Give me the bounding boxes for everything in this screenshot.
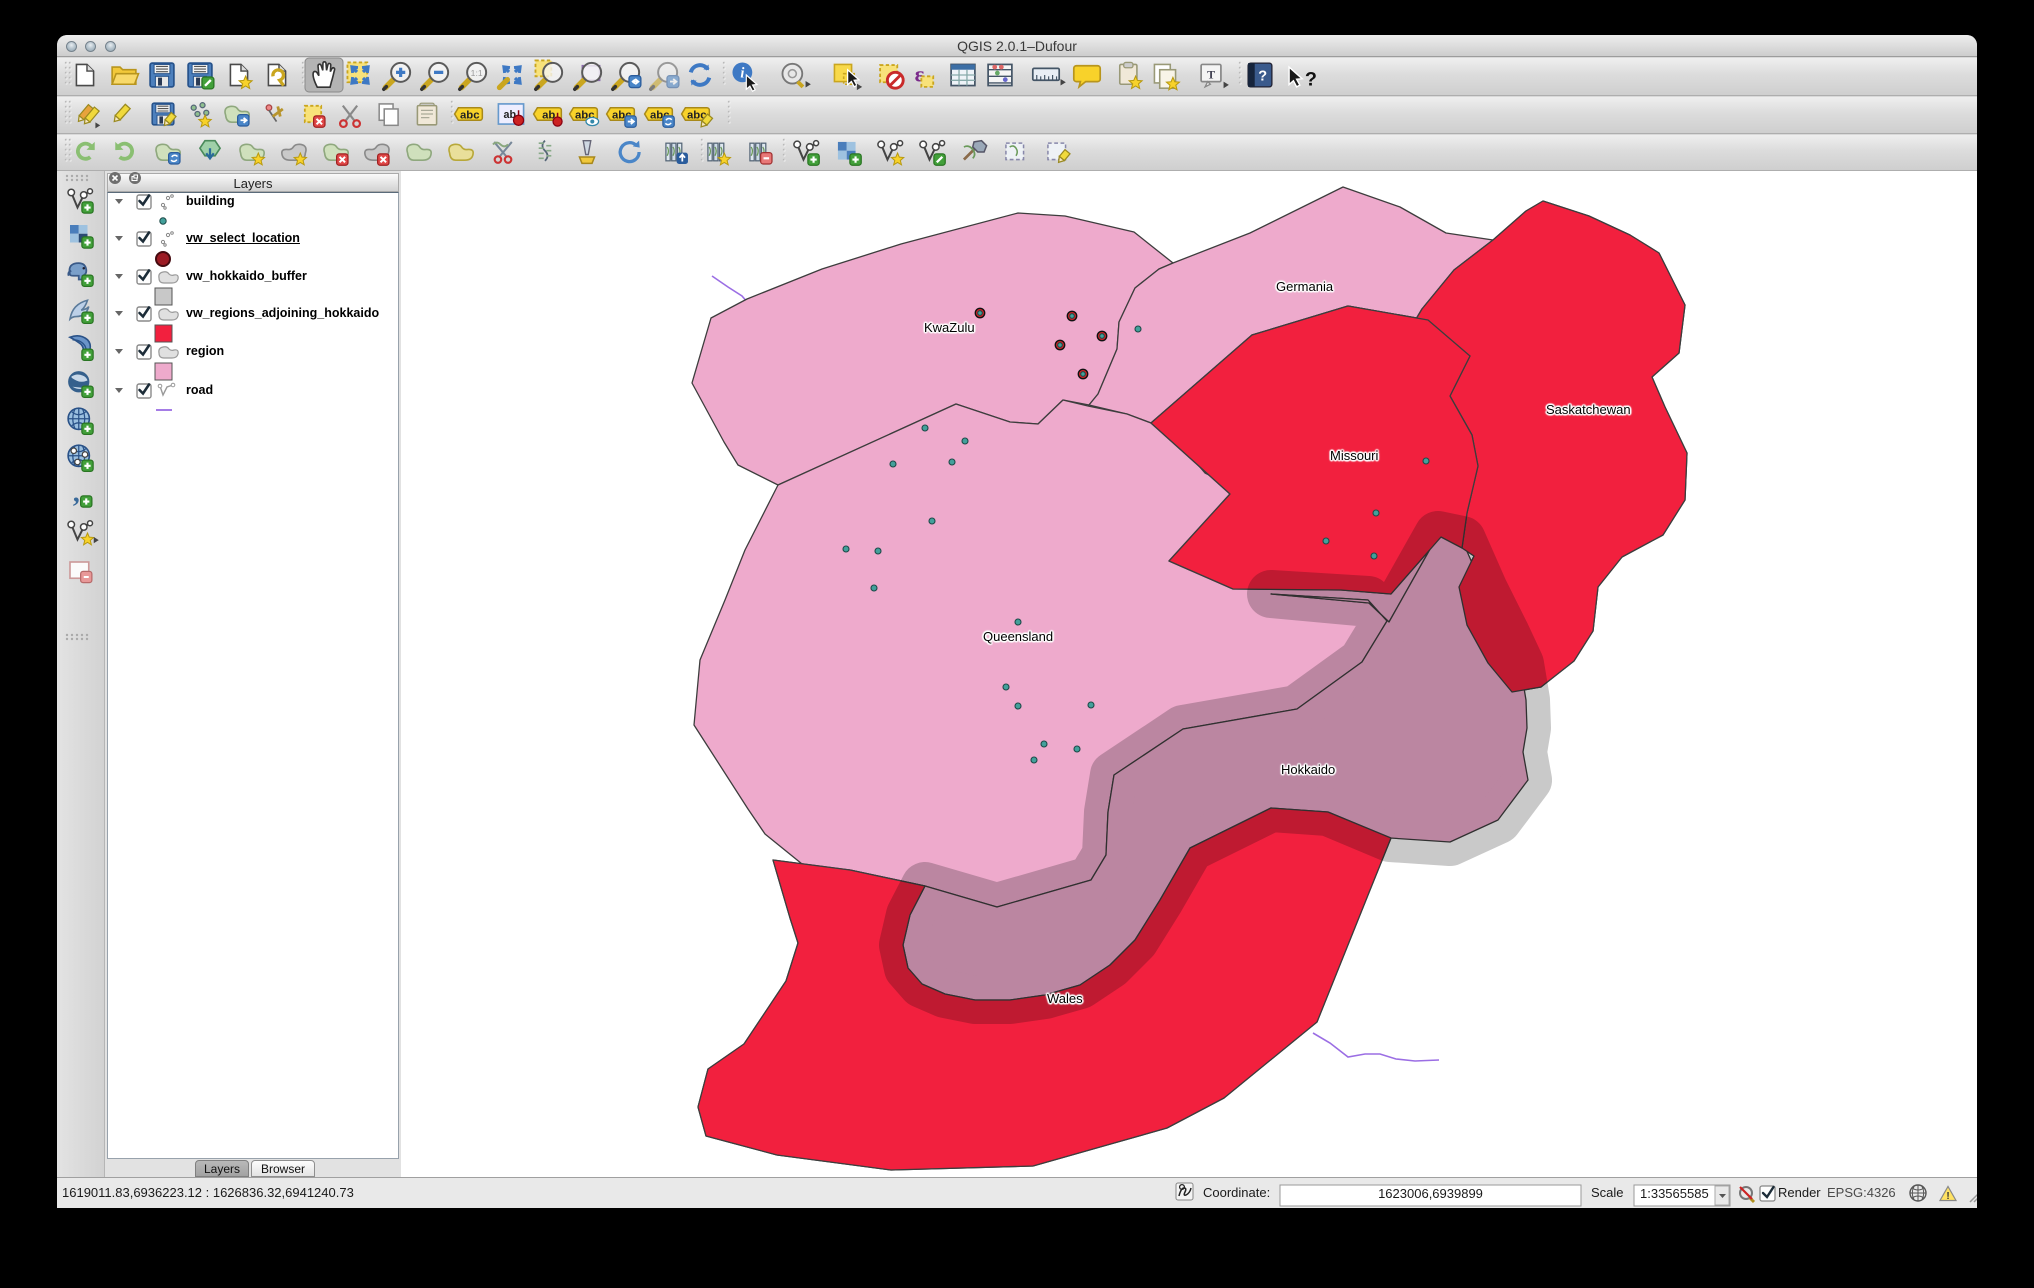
svg-text:!: ! bbox=[1946, 1191, 1949, 1202]
